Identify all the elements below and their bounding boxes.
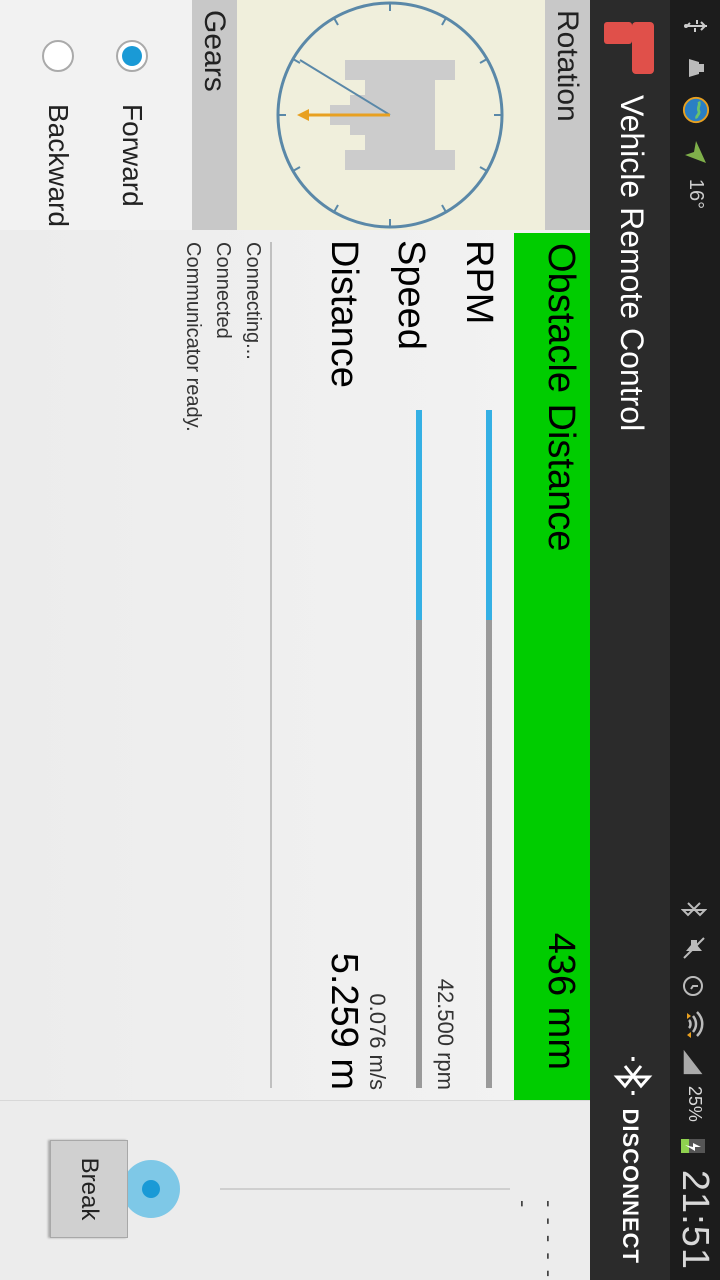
gear-forward-option[interactable]: Forward bbox=[116, 40, 148, 207]
gears-title: Gears bbox=[198, 10, 231, 92]
action-bar: Vehicle Remote Control DISCONNECT bbox=[590, 0, 670, 1280]
temperature-label: 16° bbox=[685, 178, 708, 210]
status-bar: 16° 25% 21:51 bbox=[670, 0, 720, 1280]
navigation-icon bbox=[682, 138, 710, 166]
gears-radio-group: Forward Backward bbox=[0, 0, 192, 230]
speed-label: Speed bbox=[390, 240, 432, 350]
speed-progress-bar bbox=[416, 410, 422, 1088]
speed-value: 0.076 m/s bbox=[365, 993, 390, 1090]
disconnect-label: DISCONNECT bbox=[618, 1108, 643, 1264]
app-logo-icon bbox=[600, 18, 658, 78]
usb-icon bbox=[682, 12, 710, 40]
app-screen: 16° 25% 21:51 Vehicle Remote Control DIS… bbox=[0, 0, 720, 1280]
rotation-header: Rotation bbox=[545, 0, 590, 230]
gear-forward-label: Forward bbox=[117, 104, 148, 207]
distance-label: Distance bbox=[323, 240, 365, 388]
connection-log: Connecting... Connected Communicator rea… bbox=[178, 242, 268, 432]
alarm-icon bbox=[681, 972, 709, 1000]
throttle-dashes: - - - - - - bbox=[511, 1200, 562, 1280]
mute-icon bbox=[681, 934, 709, 962]
obstacle-distance-value: 436 mm bbox=[540, 932, 582, 1070]
status-icons-right: 25% 21:51 bbox=[673, 896, 716, 1270]
gear-backward-option[interactable]: Backward bbox=[42, 40, 74, 227]
bluetooth-disconnect-icon bbox=[604, 1053, 656, 1099]
obstacle-distance-label: Obstacle Distance bbox=[540, 243, 582, 552]
disconnect-button[interactable]: DISCONNECT bbox=[604, 1053, 656, 1264]
gear-forward-radio[interactable] bbox=[116, 40, 148, 72]
signal-icon bbox=[681, 1048, 709, 1076]
throttle-slider-track[interactable] bbox=[220, 1188, 510, 1190]
status-icons-left: 16° bbox=[682, 12, 710, 210]
log-line: Communicator ready. bbox=[182, 242, 204, 432]
distance-value: 5.259 m bbox=[323, 952, 365, 1090]
globe-icon bbox=[682, 96, 710, 124]
rpm-progress-bar bbox=[486, 410, 492, 1088]
gear-backward-label: Backward bbox=[43, 104, 74, 227]
clock: 21:51 bbox=[674, 1169, 716, 1270]
divider bbox=[270, 242, 272, 1088]
battery-percent: 25% bbox=[685, 1085, 705, 1122]
throttle-slider-thumb[interactable] bbox=[122, 1160, 180, 1218]
bluetooth-icon bbox=[681, 896, 709, 924]
gears-header: Gears bbox=[192, 0, 237, 230]
rpm-value: 42.500 rpm bbox=[433, 978, 458, 1090]
gear-backward-radio[interactable] bbox=[42, 40, 74, 72]
rotation-title: Rotation bbox=[551, 10, 584, 122]
notification-icon bbox=[682, 54, 710, 82]
rpm-label: RPM bbox=[458, 240, 500, 325]
speed-progress-fill bbox=[416, 410, 422, 621]
obstacle-distance-bar: Obstacle Distance 436 mm bbox=[514, 233, 590, 1100]
log-line: Connected bbox=[212, 242, 234, 339]
rpm-progress-fill bbox=[486, 410, 492, 621]
log-line: Connecting... bbox=[242, 242, 264, 360]
app-title: Vehicle Remote Control bbox=[614, 95, 650, 432]
battery-icon bbox=[681, 1132, 709, 1160]
wifi-icon bbox=[681, 1010, 709, 1038]
break-button[interactable]: Break bbox=[50, 1140, 128, 1238]
rotation-compass bbox=[237, 0, 545, 230]
